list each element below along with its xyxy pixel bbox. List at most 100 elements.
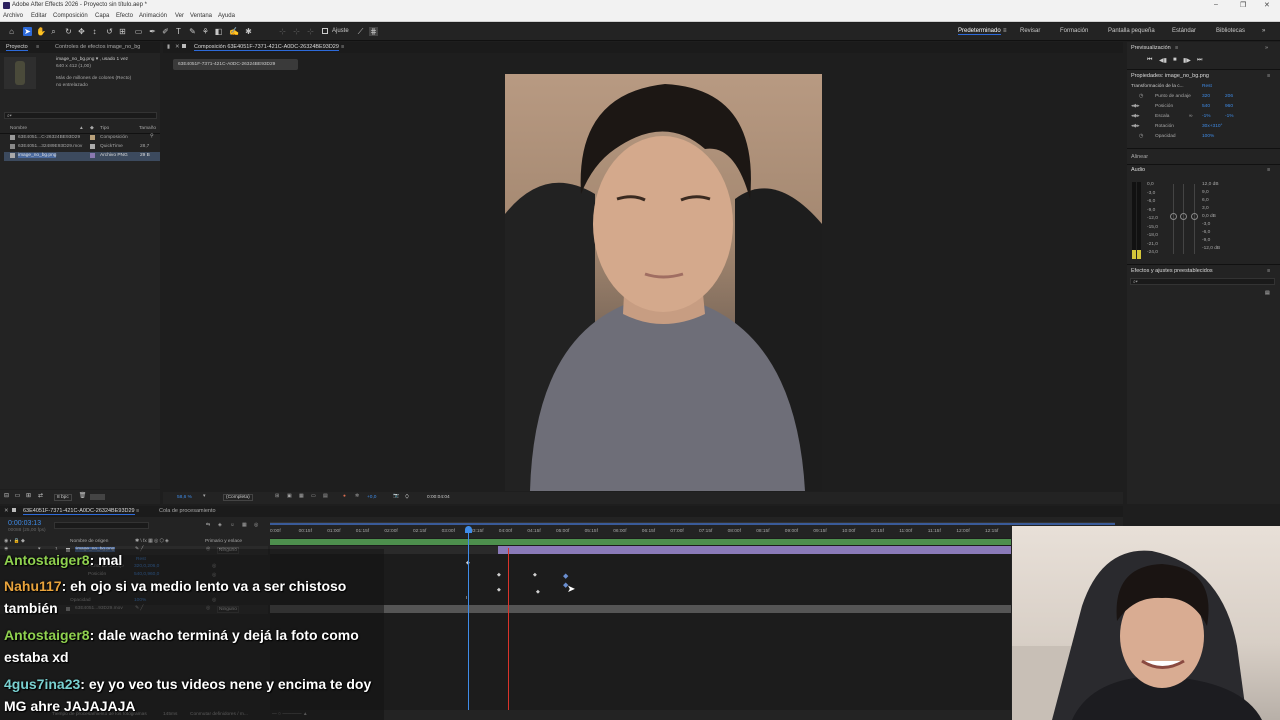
- keyframe-nav-icon[interactable]: ◂◆▸: [1131, 114, 1140, 119]
- prop-value-1[interactable]: 100%: [1202, 134, 1214, 139]
- menu-editar[interactable]: Editar: [31, 13, 47, 19]
- menu-ver[interactable]: Ver: [175, 13, 184, 19]
- home-icon[interactable]: ⌂: [7, 27, 16, 36]
- tab-menu-icon[interactable]: ≡: [136, 508, 139, 514]
- next-frame-icon[interactable]: ▮▶: [1183, 57, 1191, 64]
- new-preset-icon[interactable]: ▤: [1265, 291, 1270, 296]
- snapshot-icon[interactable]: 📷: [393, 494, 399, 499]
- selection-tool-icon[interactable]: ➤: [23, 27, 32, 36]
- zoom-tool-icon[interactable]: ⌕: [49, 27, 58, 36]
- prop-value-2[interactable]: 960: [1225, 104, 1233, 109]
- workspace-menu-icon[interactable]: ≡: [1003, 28, 1007, 34]
- axis-view-icon[interactable]: ⊹: [306, 27, 315, 36]
- comp-mini-flowchart-icon[interactable]: ⇆: [206, 523, 210, 528]
- audio-slider-thumb[interactable]: [1170, 213, 1177, 220]
- tab-render-queue[interactable]: Cola de procesamiento: [159, 508, 216, 514]
- minimize-button[interactable]: –: [1214, 1, 1218, 8]
- column-tamano[interactable]: Tamaño: [139, 126, 156, 131]
- pen-tool-icon[interactable]: ✒: [148, 27, 157, 36]
- layer-duration-bar[interactable]: [498, 546, 1011, 554]
- type-tool-icon[interactable]: T: [174, 27, 183, 36]
- frame-blend-icon[interactable]: ▦: [242, 523, 247, 528]
- workspace-bibliotecas[interactable]: Bibliotecas: [1216, 28, 1245, 34]
- delete-icon[interactable]: 🗑: [78, 492, 87, 501]
- playhead-line[interactable]: [468, 526, 469, 716]
- transform-reset[interactable]: Rest: [1202, 84, 1212, 89]
- project-row[interactable]: 63E4051...32489E93D29.mov QuickTime 28,7: [0, 143, 160, 152]
- effects-menu-icon[interactable]: ≡: [1267, 268, 1270, 274]
- workspace-predeterminado[interactable]: Predeterminado: [958, 28, 1001, 35]
- keyframe-icon[interactable]: ◆: [536, 590, 540, 595]
- tab-menu-icon[interactable]: ≡: [36, 44, 39, 50]
- quality-dropdown[interactable]: (Completa): [223, 494, 253, 501]
- sort-icon[interactable]: ▲: [79, 126, 84, 131]
- keyframe-selected-icon[interactable]: ◆: [563, 572, 568, 580]
- shy-icon[interactable]: ☺: [230, 523, 235, 528]
- pan-behind-tool-icon[interactable]: ⊞: [118, 27, 127, 36]
- hand-tool-icon[interactable]: ✋: [36, 27, 46, 36]
- maximize-button[interactable]: ❐: [1240, 1, 1246, 9]
- region-icon[interactable]: ▭: [311, 494, 316, 499]
- new-folder-icon[interactable]: ▭: [13, 492, 22, 501]
- tab-composition[interactable]: Composición 63E4051F-7371-421C-A0DC-2632…: [194, 44, 339, 51]
- prop-value-2[interactable]: 206: [1225, 94, 1233, 99]
- puppet-tool-icon[interactable]: ✱: [244, 27, 253, 36]
- draft-3d-icon[interactable]: ◈: [218, 523, 222, 528]
- play-icon[interactable]: ■: [1173, 57, 1177, 63]
- keyframe-icon[interactable]: ◆: [497, 588, 501, 593]
- new-composition-icon[interactable]: ⊞: [24, 492, 33, 501]
- prop-value-1[interactable]: 320: [1202, 94, 1210, 99]
- lock-icon[interactable]: ▮: [167, 44, 170, 50]
- zoom-level[interactable]: 58,6 %: [177, 495, 192, 500]
- prop-value-1[interactable]: 540: [1202, 104, 1210, 109]
- prop-value-2[interactable]: -1%: [1225, 114, 1234, 119]
- motion-blur-icon[interactable]: ◎: [254, 523, 258, 528]
- current-time[interactable]: 0:00:03:13: [8, 520, 41, 527]
- project-row[interactable]: 63E4051...C-26324BE93D29 Composición ⚲: [0, 134, 160, 143]
- tab-controles-efectos[interactable]: Controles de efectos image_no_bg: [55, 44, 150, 50]
- menu-archivo[interactable]: Archivo: [3, 13, 23, 19]
- prev-frame-icon[interactable]: ◀▮: [1159, 57, 1167, 64]
- snap-checkbox[interactable]: [322, 28, 328, 34]
- interpret-footage-icon[interactable]: ⊟: [2, 492, 11, 501]
- eraser-tool-icon[interactable]: ◧: [214, 27, 223, 36]
- menu-efecto[interactable]: Efecto: [116, 13, 133, 19]
- workspace-formacion[interactable]: Formación: [1060, 28, 1088, 34]
- column-tipo[interactable]: Tipo: [100, 126, 109, 131]
- pen-variant-tool-icon[interactable]: ✐: [161, 27, 170, 36]
- playhead-handle[interactable]: [465, 526, 472, 533]
- keyframe-nav-icon[interactable]: ◂◆▸: [1131, 104, 1140, 109]
- menu-capa[interactable]: Capa: [95, 13, 109, 19]
- column-parent[interactable]: Primario y enlace: [205, 539, 242, 544]
- zoom-dropdown-icon[interactable]: ▾: [203, 494, 205, 499]
- transparency-icon[interactable]: ▦: [299, 494, 304, 499]
- first-frame-icon[interactable]: ⏮: [1147, 57, 1152, 64]
- orbit-tool-icon[interactable]: ↻: [64, 27, 73, 36]
- adjust-icon[interactable]: ⇄: [36, 492, 45, 501]
- stopwatch-icon[interactable]: ◷: [1139, 134, 1143, 139]
- mask-icon[interactable]: ▣: [287, 494, 292, 499]
- dolly-tool-icon[interactable]: ↕: [90, 27, 99, 36]
- channel-icon[interactable]: ▤: [323, 494, 328, 499]
- bpc-button[interactable]: 8 bpc: [54, 494, 72, 501]
- prop-value-1[interactable]: 30x+310°: [1202, 124, 1222, 129]
- timeline-search-input[interactable]: [54, 522, 149, 529]
- flow-icon[interactable]: ⚲: [150, 134, 154, 139]
- prop-value-1[interactable]: -1%: [1202, 114, 1211, 119]
- rotate-tool-icon[interactable]: ↺: [105, 27, 114, 36]
- close-button[interactable]: ✕: [1264, 1, 1270, 9]
- column-nombre[interactable]: Nombre: [10, 126, 27, 131]
- composition-viewer[interactable]: [505, 74, 822, 491]
- exposure-value[interactable]: +0,0: [367, 495, 376, 500]
- pan-tool-icon[interactable]: ✥: [77, 27, 86, 36]
- color-mgmt-icon[interactable]: ●: [343, 494, 346, 499]
- comp-timecode[interactable]: 0:00:04:04: [427, 495, 450, 500]
- close-tab-icon[interactable]: ✕: [175, 44, 180, 50]
- audio-menu-icon[interactable]: ≡: [1267, 167, 1270, 173]
- menu-ventana[interactable]: Ventana: [190, 13, 212, 19]
- tab-timeline-comp[interactable]: 63E4051F-7371-421C-A0DC-26324BE93D29: [23, 508, 135, 515]
- last-frame-icon[interactable]: ⏭: [1197, 57, 1202, 64]
- audio-slider-thumb[interactable]: [1191, 213, 1198, 220]
- preview-overflow-icon[interactable]: »: [1265, 45, 1268, 51]
- keyframe-icon[interactable]: ◆: [497, 573, 501, 578]
